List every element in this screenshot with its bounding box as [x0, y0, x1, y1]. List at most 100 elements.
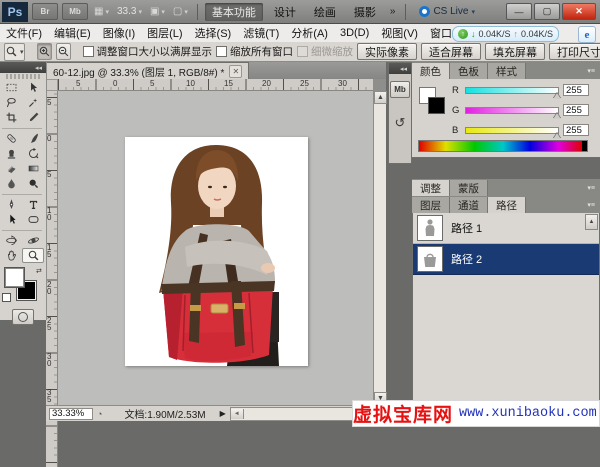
network-speed-widget[interactable]: ↑ ↓ 0.04K/S ↑ 0.04K/S — [452, 26, 559, 42]
healing-brush-tool[interactable] — [0, 131, 22, 146]
dock-collapse-button[interactable]: ◂◂ — [389, 63, 411, 74]
red-value-field[interactable] — [563, 84, 589, 96]
tab-close-icon[interactable]: ✕ — [229, 65, 242, 78]
zoom-percentage-field[interactable] — [49, 408, 93, 420]
quick-mask-button[interactable] — [12, 309, 34, 325]
toolbox-grip[interactable] — [6, 74, 40, 79]
zoom-in-mode-button[interactable] — [37, 43, 52, 60]
tab-layers[interactable]: 图层 — [412, 197, 450, 213]
zoom-out-mode-button[interactable] — [56, 43, 71, 60]
path-name[interactable]: 路径 2 — [451, 251, 482, 267]
launch-bridge-button[interactable]: Br — [32, 3, 58, 20]
workspace-tab-essentials[interactable]: 基本功能 — [205, 3, 263, 21]
slider-thumb-icon[interactable] — [553, 133, 561, 139]
mini-bridge-panel-button[interactable]: Mb — [390, 81, 410, 98]
zoom-level-dropdown[interactable]: 33.3 ▾ — [115, 6, 144, 17]
scroll-up-icon[interactable]: ▲ — [374, 91, 387, 104]
cs-live-dropdown[interactable]: CS Live ▾ — [419, 6, 475, 17]
history-panel-button[interactable]: ↺ — [391, 114, 409, 132]
blue-slider[interactable] — [465, 127, 559, 134]
path-selection-tool[interactable] — [0, 212, 22, 227]
green-value-field[interactable] — [563, 104, 589, 116]
browser-icon[interactable]: e — [578, 26, 596, 43]
scroll-up-icon[interactable]: ▲ — [585, 214, 598, 230]
tab-masks[interactable]: 蒙版 — [450, 180, 488, 196]
red-slider[interactable] — [465, 87, 559, 94]
magic-wand-tool[interactable] — [22, 95, 44, 110]
menu-layer[interactable]: 图层(L) — [141, 24, 188, 42]
print-size-button[interactable]: 打印尺寸 — [549, 43, 600, 60]
blue-value-field[interactable] — [563, 124, 589, 136]
tab-adjustments[interactable]: 调整 — [412, 180, 450, 196]
zoom-all-windows-checkbox[interactable]: 缩放所有窗口 — [216, 44, 293, 59]
blur-tool[interactable] — [0, 176, 22, 191]
workspace-tab-photography[interactable]: 摄影 — [347, 3, 383, 21]
actual-pixels-button[interactable]: 实际像素 — [357, 43, 417, 60]
marquee-tool[interactable] — [0, 80, 22, 95]
canvas-area[interactable] — [58, 91, 373, 405]
view-extras-dropdown[interactable]: ▦ ▾ — [92, 7, 111, 17]
toolbox-collapse-button[interactable]: ◂◂ — [0, 62, 46, 73]
minimize-button[interactable]: — — [506, 3, 532, 20]
3d-orbit-tool[interactable] — [22, 233, 44, 248]
pen-tool[interactable] — [0, 197, 22, 212]
screen-mode-dropdown[interactable]: ▢ ▾ — [171, 7, 190, 17]
tab-swatches[interactable]: 色板 — [450, 63, 488, 79]
workspace-tab-design[interactable]: 设计 — [267, 3, 303, 21]
shape-tool[interactable] — [22, 212, 44, 227]
hand-tool[interactable] — [0, 248, 22, 263]
maximize-button[interactable]: ▢ — [534, 3, 560, 20]
document-tab[interactable]: 60-12.jpg @ 33.3% (图层 1, RGB/8#) * ✕ — [46, 62, 249, 79]
move-tool[interactable] — [22, 80, 44, 95]
eraser-tool[interactable] — [0, 161, 22, 176]
panel-menu-icon[interactable]: ▾≡ — [587, 184, 600, 196]
menu-file[interactable]: 文件(F) — [0, 24, 48, 42]
launch-mini-bridge-button[interactable]: Mb — [62, 3, 88, 20]
gradient-tool[interactable] — [22, 161, 44, 176]
background-color-swatch[interactable] — [428, 97, 445, 114]
arrange-documents-dropdown[interactable]: ▣ ▾ — [148, 7, 167, 17]
tab-styles[interactable]: 样式 — [488, 63, 526, 79]
slider-thumb-icon[interactable] — [553, 113, 561, 119]
status-flyout-button[interactable]: ▶ — [220, 409, 226, 418]
default-colors-icon[interactable] — [2, 293, 11, 302]
close-button[interactable]: ✕ — [562, 3, 596, 20]
path-name[interactable]: 路径 1 — [451, 220, 482, 236]
path-row-1[interactable]: 路径 1 — [413, 213, 599, 244]
clone-stamp-tool[interactable] — [0, 146, 22, 161]
menu-edit[interactable]: 编辑(E) — [48, 24, 97, 42]
scroll-left-icon[interactable]: ◄ — [231, 409, 244, 419]
slider-thumb-icon[interactable] — [553, 93, 561, 99]
tab-paths[interactable]: 路径 — [488, 197, 526, 213]
menu-filter[interactable]: 滤镜(T) — [237, 24, 285, 42]
menu-analysis[interactable]: 分析(A) — [285, 24, 334, 42]
menu-image[interactable]: 图像(I) — [97, 24, 141, 42]
tab-color[interactable]: 颜色 — [412, 63, 450, 79]
swap-colors-icon[interactable]: ⇄ — [36, 267, 42, 275]
type-tool[interactable] — [22, 197, 44, 212]
brush-tool[interactable] — [22, 131, 44, 146]
vertical-scrollbar[interactable]: ▲ ▼ — [373, 91, 386, 405]
history-brush-tool[interactable] — [22, 146, 44, 161]
crop-tool[interactable] — [0, 110, 22, 125]
current-tool-preview[interactable]: ▾ — [4, 43, 25, 61]
fill-screen-button[interactable]: 填充屏幕 — [485, 43, 545, 60]
foreground-color-swatch[interactable] — [5, 268, 24, 287]
3d-rotate-tool[interactable] — [0, 233, 22, 248]
zoom-tool[interactable] — [22, 248, 44, 263]
workspace-tab-painting[interactable]: 绘画 — [307, 3, 343, 21]
more-workspaces-button[interactable]: » — [387, 6, 399, 17]
fit-screen-button[interactable]: 适合屏幕 — [421, 43, 481, 60]
path-row-2[interactable]: 路径 2 — [413, 244, 599, 275]
menu-select[interactable]: 选择(S) — [189, 24, 238, 42]
resize-windows-checkbox[interactable]: 调整窗口大小以满屏显示 — [83, 44, 213, 59]
black-swatch[interactable] — [582, 141, 587, 151]
menu-view[interactable]: 视图(V) — [375, 24, 424, 42]
panel-menu-icon[interactable]: ▾≡ — [587, 67, 600, 79]
tab-channels[interactable]: 通道 — [450, 197, 488, 213]
menu-3d[interactable]: 3D(D) — [334, 24, 375, 42]
color-spectrum-ramp[interactable] — [418, 140, 588, 152]
green-slider[interactable] — [465, 107, 559, 114]
dodge-tool[interactable] — [22, 176, 44, 191]
panel-menu-icon[interactable]: ▾≡ — [587, 201, 600, 213]
